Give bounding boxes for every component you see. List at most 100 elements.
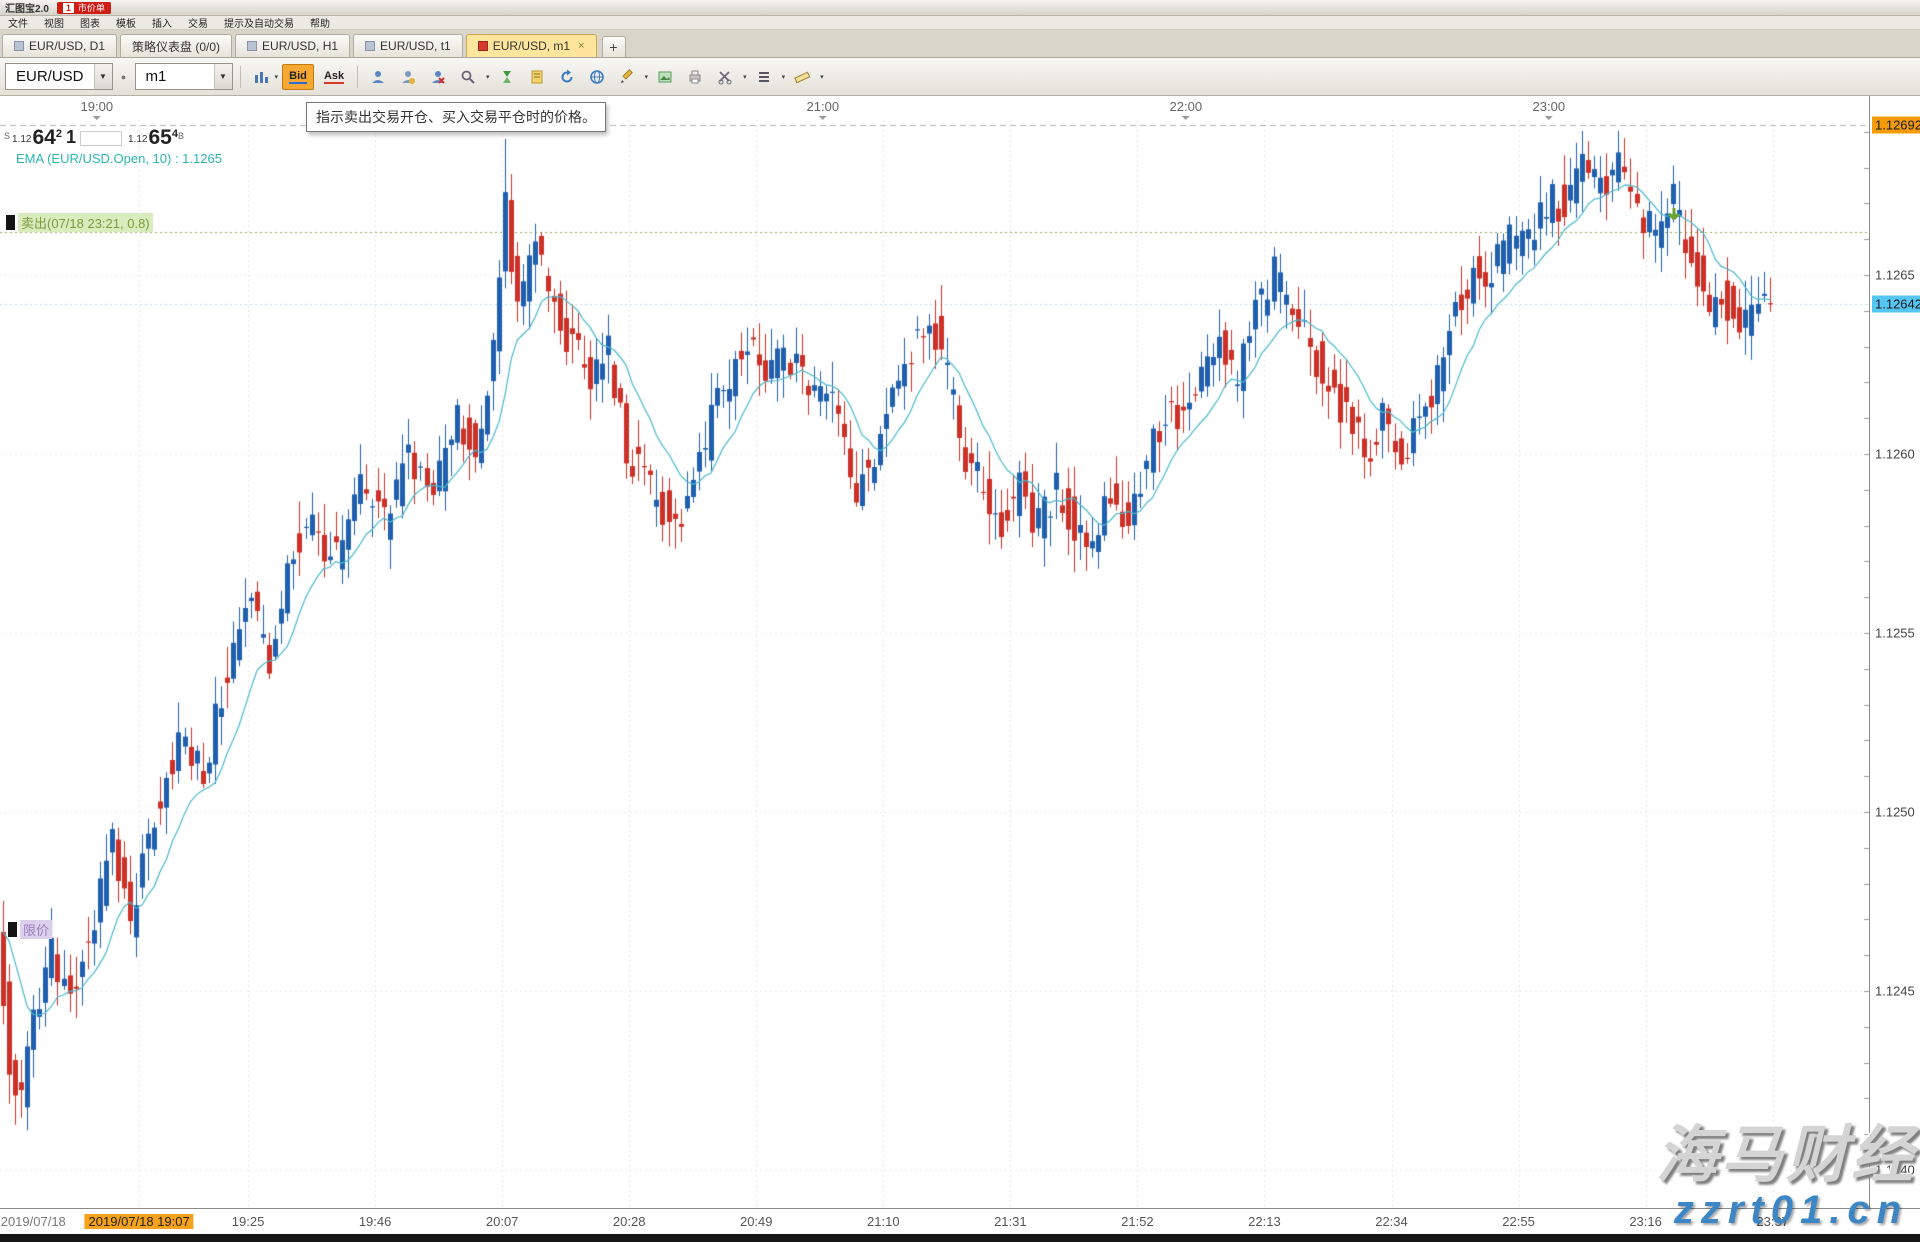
ask-button-label: Ask	[324, 70, 344, 84]
time-tick-label: 19:25	[232, 1214, 265, 1229]
order-bar-icon	[8, 922, 17, 937]
menu-bar: 文件 视图 图表 模板 插入 交易 提示及自动交易 帮助	[0, 16, 1920, 30]
price-chart-canvas[interactable]	[0, 120, 1869, 1208]
toolbar: EUR/USD ▼ ● m1 ▼ ▾ Bid Ask ▾ ▾ ▾ ▾ ▾	[0, 58, 1920, 96]
globe-icon[interactable]	[584, 64, 610, 90]
menu-item-7[interactable]: 帮助	[310, 15, 330, 30]
top-time-label: 19:00	[81, 99, 114, 114]
buy-flag: B	[178, 131, 184, 141]
bid-tooltip: 指示卖出交易开仓、买入交易平仓时的价格。	[306, 102, 606, 132]
chevron-down-icon[interactable]: ▾	[782, 73, 786, 81]
badge-count: 1	[63, 3, 74, 13]
time-tick-label: 23:16	[1629, 1214, 1662, 1229]
chevron-down-icon[interactable]: ▼	[94, 64, 112, 89]
tab-4[interactable]: EUR/USD, m1×	[466, 34, 597, 57]
sell-arrow-icon	[1666, 206, 1682, 224]
buy-price-prefix: 1.12	[128, 134, 147, 145]
toolbar-separator	[357, 66, 358, 88]
chevron-down-icon[interactable]: ▾	[645, 73, 649, 81]
quote-display: S 1.12 64 2 1 1.12 65 4 B	[4, 128, 184, 147]
price-tick-label: 1.1250	[1872, 804, 1918, 821]
symbol-options-icon[interactable]: ●	[117, 64, 131, 90]
time-tick-label: 20:07	[486, 1214, 519, 1229]
tab-2[interactable]: EUR/USD, H1	[235, 34, 350, 57]
price-tick-label: 1.1255	[1872, 625, 1918, 642]
tab-3[interactable]: EUR/USD, t1	[353, 34, 463, 57]
note-icon[interactable]	[524, 64, 550, 90]
spread-box[interactable]	[80, 131, 122, 146]
top-time-label: 21:00	[807, 99, 840, 114]
ruler-icon[interactable]	[789, 64, 815, 90]
time-axis[interactable]: 2019/07/182019/07/18 19:0719:2519:4620:0…	[0, 1208, 1920, 1234]
tab-label: EUR/USD, H1	[262, 39, 338, 53]
chart-tab-icon	[14, 41, 24, 51]
chevron-down-icon[interactable]: ▾	[275, 73, 279, 81]
menu-item-1[interactable]: 视图	[44, 15, 64, 30]
ask-button[interactable]: Ask	[318, 64, 350, 90]
sell-order-label: 卖出(07/18 23:21, 0.8)	[18, 213, 153, 232]
time-tick-label: 22:13	[1248, 1214, 1281, 1229]
scissors-icon[interactable]	[712, 64, 738, 90]
pencil-icon[interactable]	[614, 64, 640, 90]
new-tab-button[interactable]: +	[602, 36, 626, 57]
tab-close-icon[interactable]: ×	[578, 40, 584, 52]
chevron-down-icon[interactable]: ▼	[214, 64, 232, 89]
ema-indicator-label: EMA (EUR/USD.Open, 10) : 1.1265	[16, 151, 222, 166]
pending-order-icon[interactable]	[395, 64, 421, 90]
time-tick-label: 21:52	[1121, 1214, 1154, 1229]
bid-button-label: Bid	[289, 70, 307, 84]
time-tick-label: 21:31	[994, 1214, 1027, 1229]
menu-item-4[interactable]: 插入	[152, 15, 172, 30]
time-tick-label: 20:49	[740, 1214, 773, 1229]
image-icon[interactable]	[652, 64, 678, 90]
price-tick-label: 1.1240	[1872, 1162, 1918, 1179]
toolbar-icon-group: ▾ ▾ ▾ ▾ ▾	[365, 64, 824, 90]
limit-order-tag[interactable]: 限价	[8, 920, 52, 939]
chevron-down-icon[interactable]: ▾	[820, 73, 824, 81]
chevron-down-icon[interactable]: ▾	[743, 73, 747, 81]
chart-tab-icon	[365, 41, 375, 51]
order-bar-icon	[6, 215, 15, 230]
time-tick-label: 20:28	[613, 1214, 646, 1229]
time-tick-label: 2019/07/18	[1, 1214, 66, 1229]
menu-item-3[interactable]: 模板	[116, 15, 136, 30]
sell-price-big: 64	[32, 128, 55, 147]
time-tick-label: 22:55	[1502, 1214, 1535, 1229]
time-tick-label: 23:37	[1756, 1214, 1789, 1229]
menu-item-6[interactable]: 提示及自动交易	[224, 15, 294, 30]
title-bar: 汇图宝2.0 1 市价单	[0, 0, 1920, 16]
printer-icon[interactable]	[682, 64, 708, 90]
close-order-icon[interactable]	[425, 64, 451, 90]
tab-1[interactable]: 策略仪表盘 (0/0)	[120, 34, 232, 57]
menu-item-2[interactable]: 图表	[80, 15, 100, 30]
taskbar-edge	[0, 1234, 1920, 1242]
tab-label: EUR/USD, t1	[380, 39, 451, 53]
time-tick-label: 21:10	[867, 1214, 900, 1229]
menu-item-0[interactable]: 文件	[8, 15, 28, 30]
tab-0[interactable]: EUR/USD, D1	[2, 34, 117, 57]
tab-label: EUR/USD, D1	[29, 39, 105, 53]
tab-bar: EUR/USD, D1 策略仪表盘 (0/0) EUR/USD, H1 EUR/USD…	[0, 30, 1920, 58]
chevron-down-icon[interactable]: ▾	[486, 73, 490, 81]
limit-order-label: 限价	[20, 920, 52, 939]
sell-order-tag[interactable]: 卖出(07/18 23:21, 0.8)	[6, 213, 153, 232]
promo-badge[interactable]: 1 市价单	[57, 2, 111, 14]
symbol-select[interactable]: EUR/USD ▼	[5, 63, 113, 90]
price-tick-label: 1.1245	[1872, 983, 1918, 1000]
magnifier-icon[interactable]	[455, 64, 481, 90]
price-tick-label: 1.1265	[1872, 267, 1918, 284]
price-axis[interactable]: 1.126921.12651.126421.12601.12551.12501.…	[1869, 96, 1920, 1208]
new-order-icon[interactable]	[365, 64, 391, 90]
chart-tab-icon	[247, 41, 257, 51]
menu-item-5[interactable]: 交易	[188, 15, 208, 30]
bid-button[interactable]: Bid	[282, 64, 314, 90]
toolbar-separator	[240, 66, 241, 88]
timeframe-select[interactable]: m1 ▼	[135, 63, 233, 90]
sell-price-prefix: 1.12	[12, 134, 31, 145]
hourglass-icon[interactable]	[494, 64, 520, 90]
sell-flag: S	[4, 131, 10, 141]
chart-type-icon[interactable]	[248, 64, 274, 90]
refresh-icon[interactable]	[554, 64, 580, 90]
list-icon[interactable]	[751, 64, 777, 90]
time-tick-label: 2019/07/18 19:07	[85, 1214, 194, 1229]
